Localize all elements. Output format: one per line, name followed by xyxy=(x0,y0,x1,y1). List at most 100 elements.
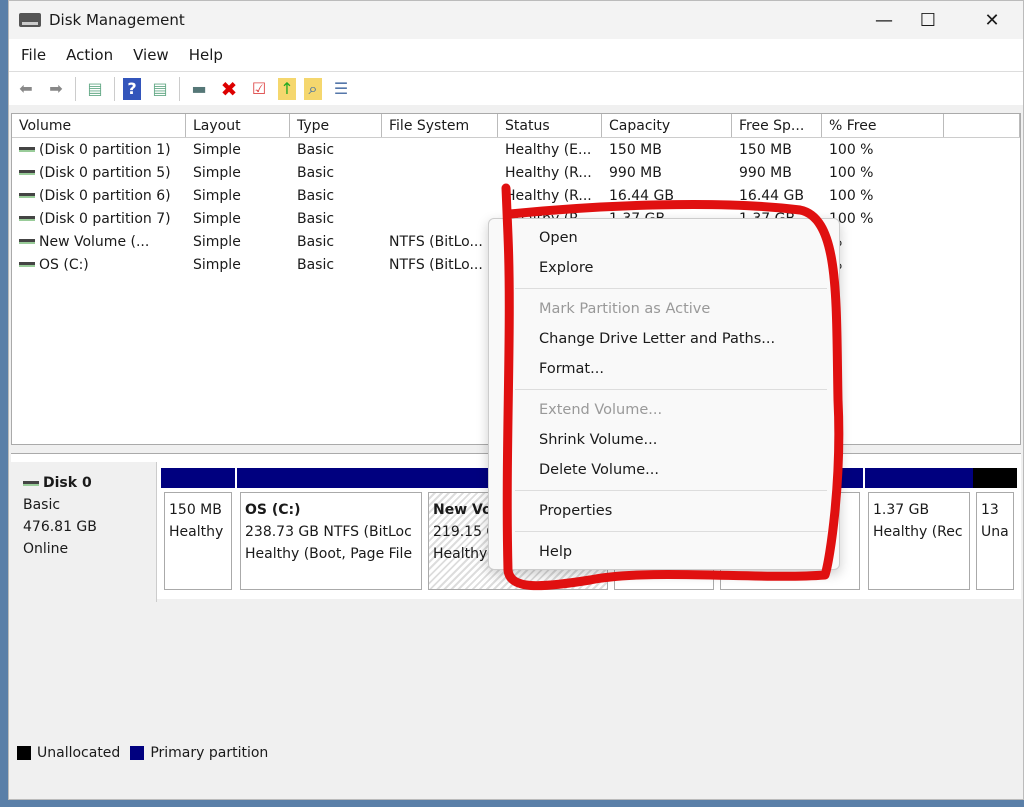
partition-block[interactable]: OS (C:) 238.73 GB NTFS (BitLoc Healthy (Bo… xyxy=(237,468,425,594)
menu-item-delete-volume[interactable]: Delete Volume... xyxy=(489,455,839,485)
partition-line1: 150 MB xyxy=(169,502,222,518)
menu-item-mark-partition-as-active: Mark Partition as Active xyxy=(539,301,711,317)
cell-text: Basic xyxy=(297,256,335,273)
maximize-button[interactable]: ☐ xyxy=(905,1,951,39)
folder-search-icon[interactable]: ⌕ xyxy=(304,77,322,100)
back-icon[interactable]: ⬅ xyxy=(15,78,37,100)
cell: 100 % xyxy=(822,142,944,158)
cell: 100 % xyxy=(822,165,944,181)
cell: (Disk 0 partition 1) xyxy=(12,142,186,158)
menu-item-help[interactable]: Help xyxy=(489,537,839,567)
column-header[interactable]: Capacity xyxy=(602,114,732,137)
minimize-button[interactable]: — xyxy=(861,1,907,39)
cell: Basic xyxy=(290,142,382,158)
cell: Healthy (R... xyxy=(498,165,602,181)
cell-text: (Disk 0 partition 1) xyxy=(39,141,171,158)
partition-block[interactable]: 13 Una xyxy=(973,468,1017,594)
cell-text: Simple xyxy=(193,233,241,250)
menu-item-properties[interactable]: Properties xyxy=(489,496,839,526)
properties-list-icon[interactable]: ☰ xyxy=(330,78,352,100)
cell-text: 150 MB xyxy=(609,141,662,158)
cell: (Disk 0 partition 6) xyxy=(12,188,186,204)
forward-icon[interactable]: ➡ xyxy=(45,78,67,100)
cell-text: 100 % xyxy=(829,141,874,158)
menu-help[interactable]: Help xyxy=(189,46,223,64)
cell-text: NTFS (BitLo... xyxy=(389,233,483,250)
table-row[interactable]: (Disk 0 partition 6) Simple Basic Healthy (… xyxy=(12,184,1020,207)
menu-separator xyxy=(515,490,827,491)
legend-primary: Primary partition xyxy=(150,745,269,761)
check-icon[interactable]: ☑ xyxy=(248,78,270,100)
cell-text: (Disk 0 partition 6) xyxy=(39,187,171,204)
cell: (Disk 0 partition 5) xyxy=(12,165,186,181)
cell: Simple xyxy=(186,234,290,250)
folder-up-icon[interactable]: ↑ xyxy=(278,77,296,100)
disk-size: 476.81 GB xyxy=(23,519,97,535)
column-header-filler xyxy=(944,114,1020,137)
cell: Healthy (E... xyxy=(498,142,602,158)
volume-icon xyxy=(19,239,35,244)
cell-text: Simple xyxy=(193,164,241,181)
column-header[interactable]: Status xyxy=(498,114,602,137)
menu-file[interactable]: File xyxy=(21,46,46,64)
delete-icon[interactable]: ✖ xyxy=(218,77,240,101)
legend-unallocated: Unallocated xyxy=(37,745,121,761)
table-row[interactable]: (Disk 0 partition 5) Simple Basic Healthy (… xyxy=(12,161,1020,184)
partition-body: 1.37 GB Healthy (Rec xyxy=(868,492,970,590)
cell-text: Healthy (R... xyxy=(505,187,592,204)
cell-text: 990 MB xyxy=(739,164,792,181)
volume-list-header: Volume Layout Type File System Status Capacit… xyxy=(12,114,1020,138)
column-header[interactable]: % Free xyxy=(822,114,944,137)
cell-text: Basic xyxy=(297,164,335,181)
cell: Simple xyxy=(186,188,290,204)
menu-view[interactable]: View xyxy=(133,46,169,64)
help-icon[interactable]: ? xyxy=(123,77,141,100)
disk-management-icon xyxy=(19,13,41,27)
disk-0-label[interactable]: Disk 0 Basic 476.81 GB Online xyxy=(11,462,157,602)
cell: Healthy (R... xyxy=(498,188,602,204)
cell-text: Healthy (E... xyxy=(505,141,592,158)
table-row[interactable]: (Disk 0 partition 1) Simple Basic Healthy (… xyxy=(12,138,1020,161)
menu-separator xyxy=(515,389,827,390)
menu-action[interactable]: Action xyxy=(66,46,113,64)
connect-drive-icon[interactable]: ▬ xyxy=(188,78,210,100)
menu-item-explore[interactable]: Explore xyxy=(489,253,839,283)
cell: Simple xyxy=(186,257,290,273)
cell: (Disk 0 partition 7) xyxy=(12,211,186,227)
menu-item-shrink-volume[interactable]: Shrink Volume... xyxy=(489,425,839,455)
cell-text: (Disk 0 partition 7) xyxy=(39,210,171,227)
menu-bar: File Action View Help xyxy=(9,39,1023,71)
context-menu: Open Explore Mark Partition as Active Chang… xyxy=(488,218,840,570)
column-header[interactable]: File System xyxy=(382,114,498,137)
cell: Simple xyxy=(186,142,290,158)
partition-line2: Healthy (Rec xyxy=(873,524,963,540)
partition-line1: 238.73 GB NTFS (BitLoc xyxy=(245,524,412,540)
action-pane-icon[interactable]: ▤ xyxy=(149,78,171,100)
column-header[interactable]: Layout xyxy=(186,114,290,137)
partition-block[interactable]: 1.37 GB Healthy (Rec xyxy=(865,468,973,594)
menu-item-change-drive-letter-and-paths[interactable]: Change Drive Letter and Paths... xyxy=(489,324,839,354)
cell-text: Basic xyxy=(297,187,335,204)
volume-icon xyxy=(19,147,35,152)
cell: % xyxy=(822,234,944,250)
cell-text: Simple xyxy=(193,256,241,273)
volume-icon xyxy=(19,170,35,175)
menu-item-open[interactable]: Open xyxy=(489,223,839,253)
cell: 990 MB xyxy=(602,165,732,181)
close-button[interactable]: ✕ xyxy=(969,1,1015,39)
column-header[interactable]: Volume xyxy=(12,114,186,137)
title-bar: Disk Management — ☐ ✕ xyxy=(9,1,1023,39)
partition-type-bar xyxy=(161,468,235,488)
cell-text: 16.44 GB xyxy=(739,187,804,204)
unallocated-swatch xyxy=(17,746,31,760)
partition-block[interactable]: 150 MB Healthy xyxy=(161,468,235,594)
window-title: Disk Management xyxy=(49,11,185,29)
disk-state: Online xyxy=(23,541,69,557)
cell-text: 990 MB xyxy=(609,164,662,181)
cell-text: Basic xyxy=(297,233,335,250)
column-header[interactable]: Type xyxy=(290,114,382,137)
menu-item-format[interactable]: Format... xyxy=(489,354,839,384)
column-header[interactable]: Free Sp... xyxy=(732,114,822,137)
cell-text: Basic xyxy=(297,210,335,227)
console-tree-icon[interactable]: ▤ xyxy=(84,78,106,100)
